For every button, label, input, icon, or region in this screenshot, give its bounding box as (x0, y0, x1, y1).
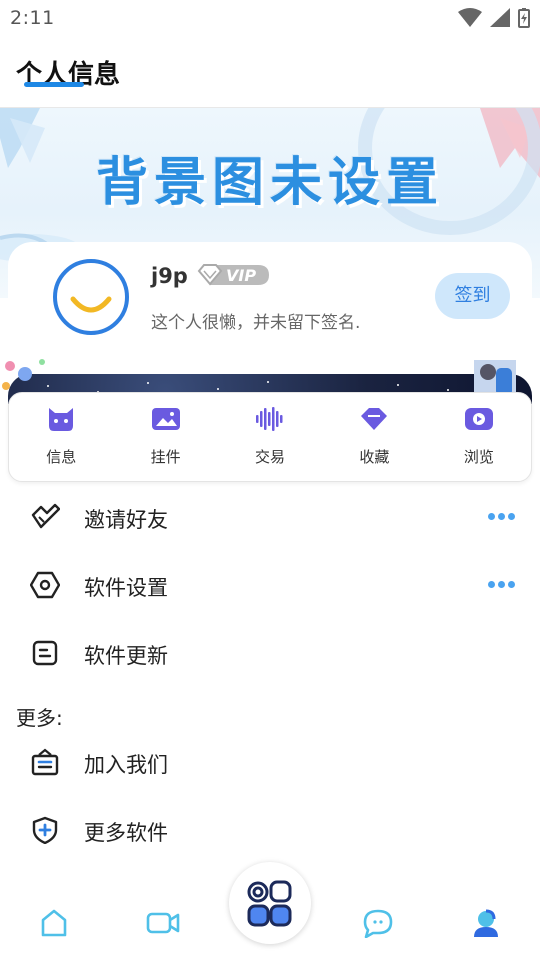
shortcut-widgets[interactable]: 挂件 (113, 393, 217, 483)
shortcut-label: 信息 (46, 448, 77, 466)
vip-badge-text: VIP (226, 266, 256, 285)
status-icons (458, 8, 530, 28)
planet-decoration (2, 359, 45, 390)
status-bar: 2:11 (0, 0, 540, 36)
apps-icon (247, 880, 292, 927)
briefcase-icon (31, 748, 59, 776)
shortcut-label: 浏览 (463, 448, 494, 466)
diamond-icon (361, 408, 388, 430)
shortcut-browse[interactable]: 浏览 (427, 393, 531, 483)
cat-face-icon (49, 408, 74, 431)
vip-badge: VIP (196, 262, 272, 292)
page-header: 个人信息 (0, 36, 540, 108)
more-options-icon[interactable] (488, 581, 515, 588)
menu-label: 更多软件 (84, 821, 168, 845)
menu-invite-friends[interactable]: 邀请好友 (0, 487, 540, 547)
shortcut-info[interactable]: 信息 (9, 393, 113, 483)
menu-label: 加入我们 (84, 753, 168, 777)
home-icon[interactable] (37, 908, 71, 938)
shortcut-label: 挂件 (150, 448, 181, 466)
menu-label: 邀请好友 (84, 508, 168, 532)
update-doc-icon (32, 640, 58, 666)
title-underline (24, 82, 84, 87)
avatar[interactable] (53, 259, 129, 335)
apps-center-button[interactable] (229, 862, 311, 944)
menu-label: 软件设置 (84, 576, 168, 600)
profile-card: j9p VIP 这个人很懒，并未留下签名. 签到 (8, 242, 532, 362)
handshake-icon (31, 503, 60, 529)
image-icon (151, 408, 180, 430)
signal-icon (490, 8, 510, 27)
hexagon-settings-icon (30, 571, 60, 599)
shortcut-favorites[interactable]: 收藏 (322, 393, 426, 483)
smile-face-icon (70, 296, 112, 313)
user-signature: 这个人很懒，并未留下签名. (151, 313, 361, 333)
menu-app-settings[interactable]: 软件设置 (0, 555, 540, 615)
profile-icon[interactable] (469, 908, 503, 938)
more-section-title: 更多: (16, 706, 63, 730)
shortcut-panel: 信息 挂件 交易 收藏 浏览 (8, 392, 532, 482)
shortcut-trade[interactable]: 交易 (218, 393, 322, 483)
shortcut-label: 交易 (255, 448, 286, 466)
more-options-icon[interactable] (488, 513, 515, 520)
banner-placeholder-text: 背景图未设置 (95, 153, 444, 213)
menu-app-update[interactable]: 软件更新 (0, 623, 540, 683)
menu-join-us[interactable]: 加入我们 (0, 732, 540, 792)
wifi-icon (458, 8, 482, 27)
username: j9p (151, 264, 188, 288)
status-time: 2:11 (10, 7, 55, 29)
play-icon (464, 408, 493, 430)
menu-label: 软件更新 (84, 644, 168, 668)
sound-wave-icon (256, 407, 283, 431)
shield-plus-icon (32, 816, 58, 844)
shortcut-label: 收藏 (359, 448, 390, 466)
checkin-button[interactable]: 签到 (435, 273, 510, 319)
menu-more-apps[interactable]: 更多软件 (0, 800, 540, 860)
battery-icon (518, 8, 530, 28)
video-icon[interactable] (146, 908, 180, 938)
chat-icon[interactable] (361, 908, 395, 938)
